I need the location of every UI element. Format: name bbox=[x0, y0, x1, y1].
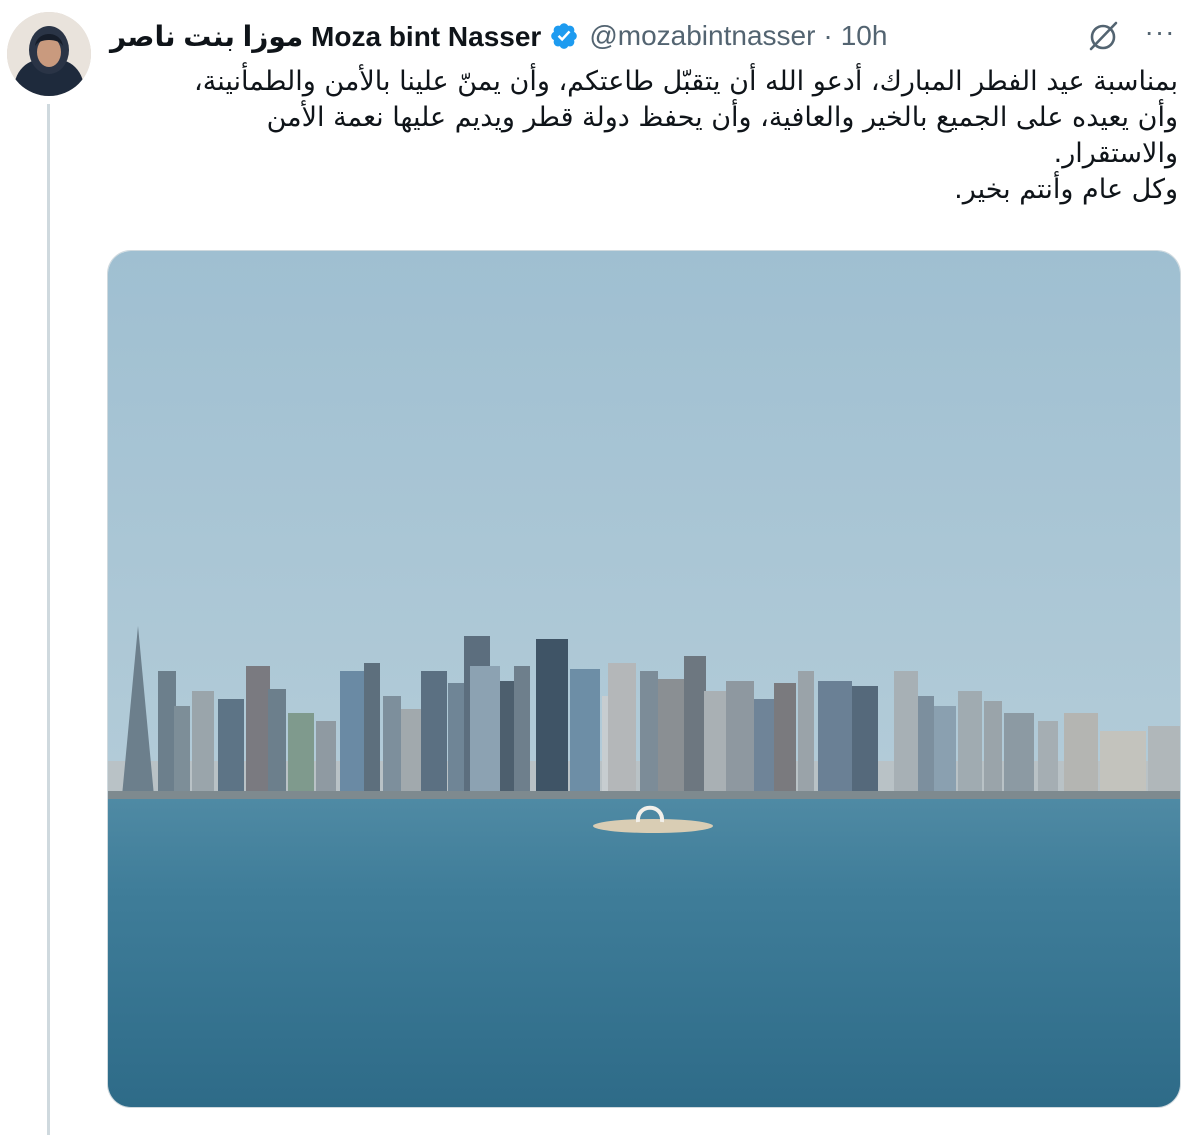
tweet-media-photo[interactable] bbox=[107, 250, 1181, 1108]
verified-badge-icon bbox=[549, 21, 579, 51]
tweet-text: بمناسبة عيد الفطر المبارك، أدعو الله أن … bbox=[98, 64, 1178, 208]
avatar[interactable] bbox=[7, 12, 91, 96]
more-icon[interactable]: ··· bbox=[1140, 14, 1180, 54]
avatar-image bbox=[7, 12, 91, 96]
tweet-header: موزا بنت ناصر Moza bint Nasser @mozabint… bbox=[110, 16, 1190, 56]
doha-skyline-photo bbox=[108, 251, 1180, 1107]
timestamp[interactable]: 10h bbox=[841, 20, 888, 52]
separator-dot: · bbox=[823, 20, 833, 51]
tweet-text-line: والاستقرار. bbox=[1053, 138, 1178, 169]
tweet-text-line: بمناسبة عيد الفطر المبارك، أدعو الله أن … bbox=[194, 66, 1178, 97]
grok-icon[interactable] bbox=[1085, 18, 1121, 54]
display-name[interactable]: موزا بنت ناصر Moza bint Nasser bbox=[110, 20, 541, 53]
tweet-text-line: وكل عام وأنتم بخير. bbox=[954, 174, 1178, 205]
thread-line bbox=[47, 104, 50, 1135]
tweet-text-line: وأن يعيده على الجميع بالخير والعافية، وأ… bbox=[266, 102, 1178, 133]
user-handle[interactable]: @mozabintnasser bbox=[589, 20, 815, 52]
